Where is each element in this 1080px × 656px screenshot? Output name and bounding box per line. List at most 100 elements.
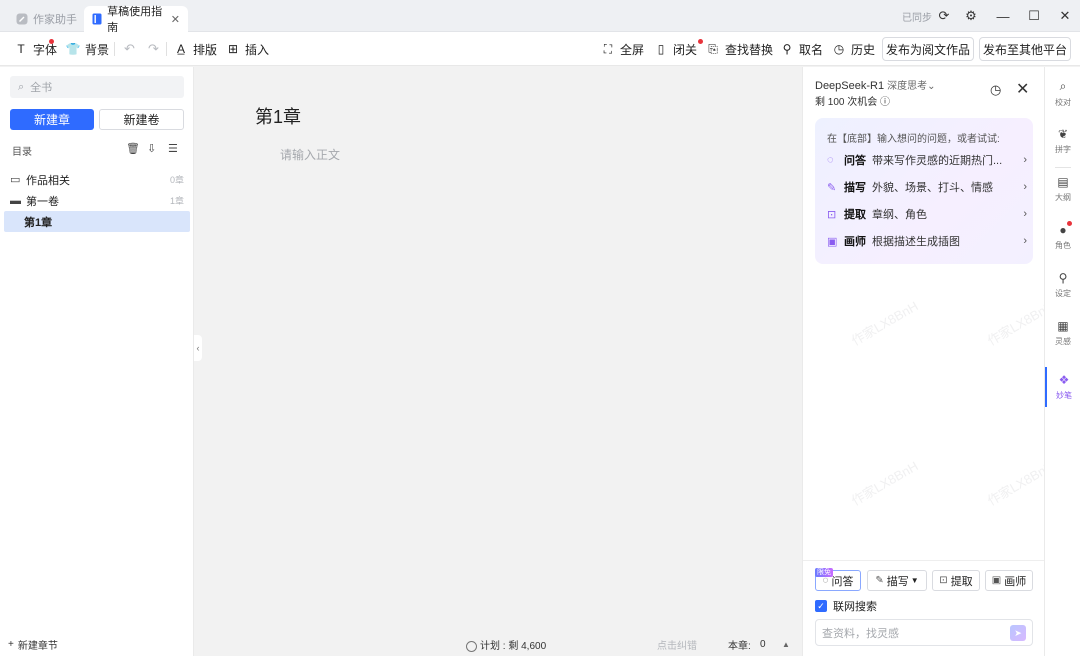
publish-other-button[interactable]: 发布至其他平台 — [979, 37, 1071, 61]
suggestion-name: 提取 — [844, 209, 866, 221]
qa-icon: ◌ — [827, 154, 834, 166]
chevron-down-icon: ⌄ — [927, 81, 936, 92]
history-button[interactable]: ◷ 历史 — [832, 40, 875, 58]
mode-painter-button[interactable]: ▣ 画师 — [985, 570, 1033, 591]
suggestion-card: 在【底部】输入想问的问题，或者试试: ◌ 问答 带来写作灵感的近期热门... ›… — [815, 118, 1033, 264]
proofread-icon: ⌕ — [1059, 78, 1067, 93]
plus-icon: + — [8, 639, 14, 650]
suggestion-describe[interactable]: ✎ 描写 外貌、场景、打斗、情感 › — [827, 177, 1027, 197]
mode-qa-button[interactable]: 限免 ◌ 问答 — [815, 568, 861, 591]
watermark: 作家LX8BnH — [984, 458, 1044, 509]
focus-label: 闭关 — [673, 42, 698, 57]
chapter-count: 1章 — [169, 196, 184, 206]
undo-icon[interactable]: ↶ — [124, 41, 135, 57]
chapter-count: 0章 — [169, 175, 184, 185]
suggestion-extract[interactable]: ⊡ 提取 章纲、角色 › — [827, 204, 1027, 224]
chapter-title-input[interactable]: 第1章 — [255, 103, 301, 129]
import-icon[interactable]: ⇩ — [147, 142, 156, 155]
suggestion-qa[interactable]: ◌ 问答 带来写作灵感的近期热门... › — [827, 150, 1027, 170]
directory-label: 目录 — [12, 147, 32, 158]
ai-question-input[interactable]: 查资料，找灵感 ➤ — [815, 619, 1033, 646]
tree-item-works[interactable]: ▭ 作品相关 0章 — [4, 169, 190, 190]
caret-up-icon[interactable]: ▲ — [782, 640, 790, 649]
extract-icon: ⊡ — [939, 575, 948, 586]
chevron-right-icon: › — [1023, 154, 1027, 166]
web-search-toggle[interactable]: ✓ 联网搜索 — [815, 598, 877, 614]
mode-extract-button[interactable]: ⊡ 提取 — [932, 570, 980, 591]
history-icon[interactable]: ◷ — [990, 82, 1001, 98]
sidebar-item-character[interactable]: ● 角色 — [1045, 217, 1080, 257]
chapter-word-label: 本章: — [728, 641, 751, 652]
new-section-label: 新建章节 — [17, 641, 58, 652]
tree-item-volume-1[interactable]: ▬ 第一卷 1章 — [4, 190, 190, 211]
sidebar-item-spell[interactable]: ❦ 拼字 — [1045, 121, 1080, 161]
folder-icon: ▭ — [10, 174, 21, 186]
close-icon[interactable]: ✕ — [1016, 79, 1029, 99]
new-volume-button[interactable]: 新建卷 — [99, 109, 184, 130]
tab-draft-guide[interactable]: 草稿使用指南 ✕ — [84, 6, 188, 34]
shirt-icon: 👕 — [65, 42, 81, 56]
fullscreen-icon: ⛶ — [603, 41, 613, 56]
plan-indicator[interactable]: 计划 : 剩 4,600 — [466, 637, 546, 652]
checkbox-checked-icon[interactable]: ✓ — [815, 600, 827, 612]
gear-icon[interactable]: ⚙ — [961, 6, 981, 26]
minimize-icon[interactable]: — — [993, 6, 1013, 26]
sidebar-item-magic-pen[interactable]: ❖ 妙笔 — [1045, 367, 1080, 407]
sidebar-label: 大纲 — [1055, 193, 1071, 202]
mode-label: 画师 — [1004, 575, 1027, 588]
sidebar-item-setting[interactable]: ⚲ 设定 — [1045, 265, 1080, 305]
send-icon[interactable]: ➤ — [1010, 625, 1026, 641]
collapse-sidebar-icon[interactable]: ‹ — [194, 335, 202, 361]
body-editor[interactable]: 请输入正文 — [280, 146, 340, 163]
progress-ring-icon — [466, 640, 477, 652]
close-icon[interactable]: ✕ — [171, 13, 180, 26]
redo-icon[interactable]: ↷ — [148, 41, 159, 57]
info-icon[interactable]: ⓘ — [880, 97, 890, 108]
sidebar-item-inspiration[interactable]: ▦ 灵感 — [1045, 313, 1080, 353]
search-input[interactable]: ⌕ 全书 — [10, 76, 184, 98]
find-replace-button[interactable]: ⎘ 查找替换 — [706, 40, 773, 58]
mode-describe-button[interactable]: ✎ 描写 ▼ — [867, 570, 927, 591]
document-icon — [92, 13, 102, 25]
suggestion-painter[interactable]: ▣ 画师 根据描述生成插图 › — [827, 231, 1027, 251]
divider — [1055, 167, 1071, 168]
chapter-sidebar: ⌕ 全书 新建章 新建卷 目录 🗑 ⇩ ☰ ▭ 作品相关 0章 ▬ 第一卷 1章… — [0, 67, 194, 656]
divider — [166, 42, 167, 56]
font-button[interactable]: T 字体 — [14, 39, 57, 58]
fullscreen-button[interactable]: ⛶ 全屏 — [601, 40, 644, 58]
suggestion-name: 画师 — [844, 236, 866, 248]
remaining-count: 剩 100 次机会 ⓘ — [815, 93, 890, 108]
focus-mode-button[interactable]: ▯ 闭关 — [654, 39, 704, 58]
suggestion-desc: 根据描述生成插图 — [872, 236, 960, 248]
spell-icon: ❦ — [1057, 127, 1069, 141]
new-section-button[interactable]: + 新建章节 — [0, 633, 194, 656]
insert-button[interactable]: ⊞ 插入 — [226, 40, 269, 58]
sort-icon[interactable]: ☰ — [168, 142, 178, 155]
sidebar-item-proofread[interactable]: ⌕ 校对 — [1045, 73, 1080, 113]
maximize-icon[interactable]: ☐ — [1024, 6, 1044, 26]
new-chapter-button[interactable]: 新建章 — [10, 109, 94, 130]
publish-yuewen-button[interactable]: 发布为阅文作品 — [882, 37, 974, 61]
correct-button[interactable]: 点击纠错 — [657, 637, 697, 652]
sidebar-label: 校对 — [1055, 97, 1071, 107]
watermark: 作家LX8BnH — [848, 298, 921, 349]
sidebar-item-outline[interactable]: ▤ 大纲 — [1045, 169, 1080, 209]
layout-button[interactable]: A̲ 排版 — [174, 40, 217, 58]
image-icon: ▣ — [991, 575, 1002, 586]
watermark: 作家LX8BnH — [984, 298, 1044, 349]
watermark: 作家LX8BnH — [848, 458, 921, 509]
close-window-icon[interactable]: ✕ — [1055, 6, 1075, 26]
background-button[interactable]: 👕 背景 — [66, 40, 109, 58]
chevron-right-icon: › — [1023, 208, 1027, 220]
naming-label: 取名 — [799, 42, 824, 57]
tree-label: 第1章 — [24, 216, 53, 229]
suggestion-desc: 章纲、角色 — [872, 209, 927, 221]
tab-writer-assistant[interactable]: 作家助手 — [8, 6, 85, 32]
trash-icon[interactable]: 🗑 — [126, 142, 140, 155]
tree-item-chapter-1[interactable]: 第1章 — [4, 211, 190, 232]
refresh-icon[interactable]: ⟳ — [934, 6, 954, 26]
naming-button[interactable]: ⚲ 取名 — [780, 40, 823, 58]
web-search-label: 联网搜索 — [833, 601, 877, 613]
model-selector[interactable]: DeepSeek-R1 深度思考⌄ — [815, 77, 936, 92]
find-replace-label: 查找替换 — [725, 42, 774, 57]
